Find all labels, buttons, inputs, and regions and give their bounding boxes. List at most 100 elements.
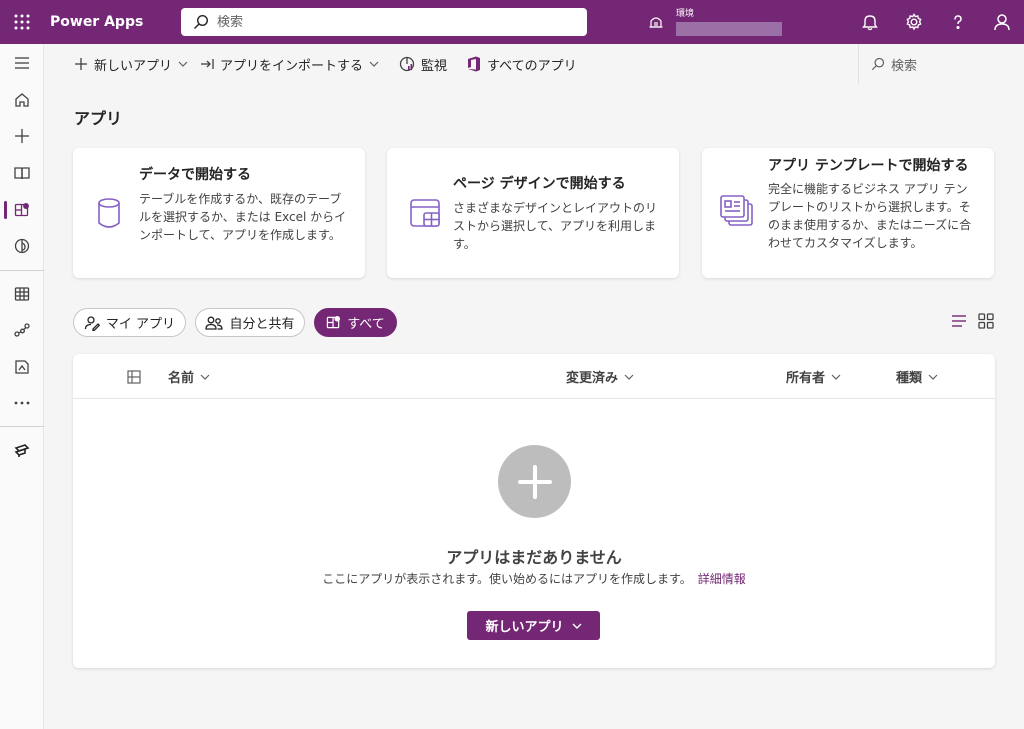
plus-icon — [15, 129, 29, 143]
more-icon — [14, 401, 30, 405]
chevron-down-icon — [624, 374, 634, 380]
header-search-input[interactable] — [217, 14, 557, 30]
book-icon — [14, 167, 30, 180]
app-launcher-button[interactable] — [0, 0, 44, 44]
help-icon — [954, 15, 962, 30]
card-description: さまざまなデザインとレイアウトのリストから選択して、アプリを利用します。 — [453, 201, 658, 251]
chevron-down-icon — [831, 374, 841, 380]
filter-all[interactable]: すべて — [314, 308, 397, 337]
column-header-modified[interactable]: 変更済み — [566, 354, 634, 399]
empty-state-title: アプリはまだありません — [446, 548, 622, 567]
page-design-icon — [410, 199, 440, 227]
grid-view-button[interactable] — [974, 309, 998, 333]
account-button[interactable] — [980, 0, 1024, 44]
gear-icon — [906, 13, 922, 31]
monitor-label: 監視 — [421, 58, 448, 74]
filter-shared-label: 自分と共有 — [229, 317, 295, 332]
nav-divider — [0, 426, 44, 427]
card-title: アプリ テンプレートで開始する — [768, 158, 969, 174]
filter-all-label: すべて — [347, 317, 385, 332]
search-icon — [871, 57, 885, 71]
chevron-down-icon — [200, 374, 210, 380]
power-platform-icon — [14, 444, 30, 457]
nav-item-create[interactable] — [0, 118, 44, 154]
notifications-button[interactable] — [848, 0, 892, 44]
environment-picker[interactable]: 環境 — [648, 4, 782, 40]
monitor-button[interactable]: 監視 — [393, 44, 453, 84]
nav-more-button[interactable] — [0, 385, 44, 421]
command-bar-search[interactable]: 検索 — [858, 44, 1024, 84]
app-name[interactable]: Power Apps — [50, 14, 180, 30]
chevron-down-icon — [369, 61, 379, 67]
column-header-owner[interactable]: 所有者 — [786, 354, 841, 399]
list-view-button[interactable] — [947, 309, 971, 333]
start-with-page-design-card[interactable]: ページ デザインで開始する さまざまなデザインとレイアウトのリストから選択して、… — [387, 148, 679, 278]
column-header-label: 変更済み — [566, 371, 619, 386]
home-icon — [15, 93, 29, 107]
flow-icon — [14, 323, 30, 337]
apps-table: 名前 変更済み 所有者 種類 アプリはまだありません ここにアプリが表示されます… — [73, 354, 995, 668]
nav-item-power-platform[interactable] — [0, 433, 44, 469]
chevron-down-icon — [572, 623, 581, 629]
column-layout-icon — [127, 369, 141, 384]
chevron-down-icon — [178, 61, 188, 67]
import-app-label: アプリをインポートする — [220, 58, 364, 74]
new-app-dropdown-button[interactable]: 新しいアプリ — [68, 44, 194, 84]
column-header-name[interactable]: 名前 — [168, 354, 210, 399]
learn-more-link[interactable]: 詳細情報 — [698, 572, 746, 586]
person-edit-icon — [84, 315, 100, 331]
card-description: テーブルを作成するか、既存のテーブルを選択するか、または Excel からインポ… — [139, 192, 347, 242]
card-title: ページ デザインで開始する — [453, 176, 626, 192]
nav-item-tables[interactable] — [0, 276, 44, 312]
all-apps-button[interactable]: すべてのアプリ — [461, 44, 583, 84]
card-description: 完全に機能するビジネス アプリ テンプレートのリストから選択します。そのまま使用… — [768, 182, 972, 250]
nav-item-apps[interactable] — [0, 192, 44, 228]
command-bar: 新しいアプリ アプリをインポートする 監視 すべてのアプリ 検索 — [44, 44, 1024, 84]
new-app-button-label: 新しいアプリ — [485, 620, 564, 635]
column-header-label: 種類 — [896, 371, 923, 386]
help-button[interactable] — [936, 0, 980, 44]
filter-my-apps[interactable]: マイ アプリ — [73, 308, 186, 337]
column-header-label: 所有者 — [786, 371, 826, 386]
settings-button[interactable] — [892, 0, 936, 44]
filter-my-apps-label: マイ アプリ — [105, 317, 176, 332]
waffle-icon — [14, 14, 30, 30]
app-template-icon — [720, 195, 753, 226]
person-icon — [994, 14, 1010, 31]
start-with-data-card[interactable]: データで開始する テーブルを作成するか、既存のテーブルを選択するか、または Ex… — [73, 148, 365, 278]
start-with-app-template-card[interactable]: アプリ テンプレートで開始する 完全に機能するビジネス アプリ テンプレートのリ… — [702, 148, 994, 278]
list-view-icon — [952, 315, 966, 327]
column-header-label: 名前 — [168, 371, 195, 386]
plus-icon — [75, 58, 87, 70]
column-options-button[interactable] — [127, 354, 141, 399]
environment-name-redacted — [676, 22, 782, 36]
solution-icon — [15, 360, 29, 374]
nav-item-discover[interactable] — [0, 228, 44, 264]
environment-label: 環境 — [676, 9, 695, 19]
nav-item-flows[interactable] — [0, 312, 44, 348]
all-apps-label: すべてのアプリ — [487, 58, 577, 74]
monitor-icon — [399, 56, 415, 72]
office-icon — [468, 56, 481, 72]
discover-icon — [14, 238, 30, 254]
column-header-type[interactable]: 種類 — [896, 354, 938, 399]
table-header-row: 名前 変更済み 所有者 種類 — [73, 354, 995, 399]
nav-item-home[interactable] — [0, 82, 44, 118]
page-title: アプリ — [74, 109, 123, 128]
nav-item-solutions[interactable] — [0, 349, 44, 385]
bell-icon — [862, 15, 878, 31]
header-search[interactable] — [181, 8, 587, 36]
top-bar: Power Apps 環境 — [0, 0, 1024, 44]
left-navigation-rail — [0, 44, 44, 729]
command-bar-search-placeholder: 検索 — [891, 58, 918, 74]
nav-item-learn[interactable] — [0, 155, 44, 191]
search-icon — [194, 14, 209, 29]
plus-icon — [517, 464, 552, 499]
database-icon — [98, 198, 120, 228]
new-app-button[interactable]: 新しいアプリ — [467, 611, 600, 640]
empty-state-text: ここにアプリが表示されます。使い始めるにはアプリを作成します。 — [322, 572, 692, 586]
filter-shared-with-me[interactable]: 自分と共有 — [195, 308, 305, 337]
nav-collapse-button[interactable] — [0, 45, 44, 81]
import-app-dropdown-button[interactable]: アプリをインポートする — [194, 44, 385, 84]
new-app-label: 新しいアプリ — [94, 58, 173, 74]
